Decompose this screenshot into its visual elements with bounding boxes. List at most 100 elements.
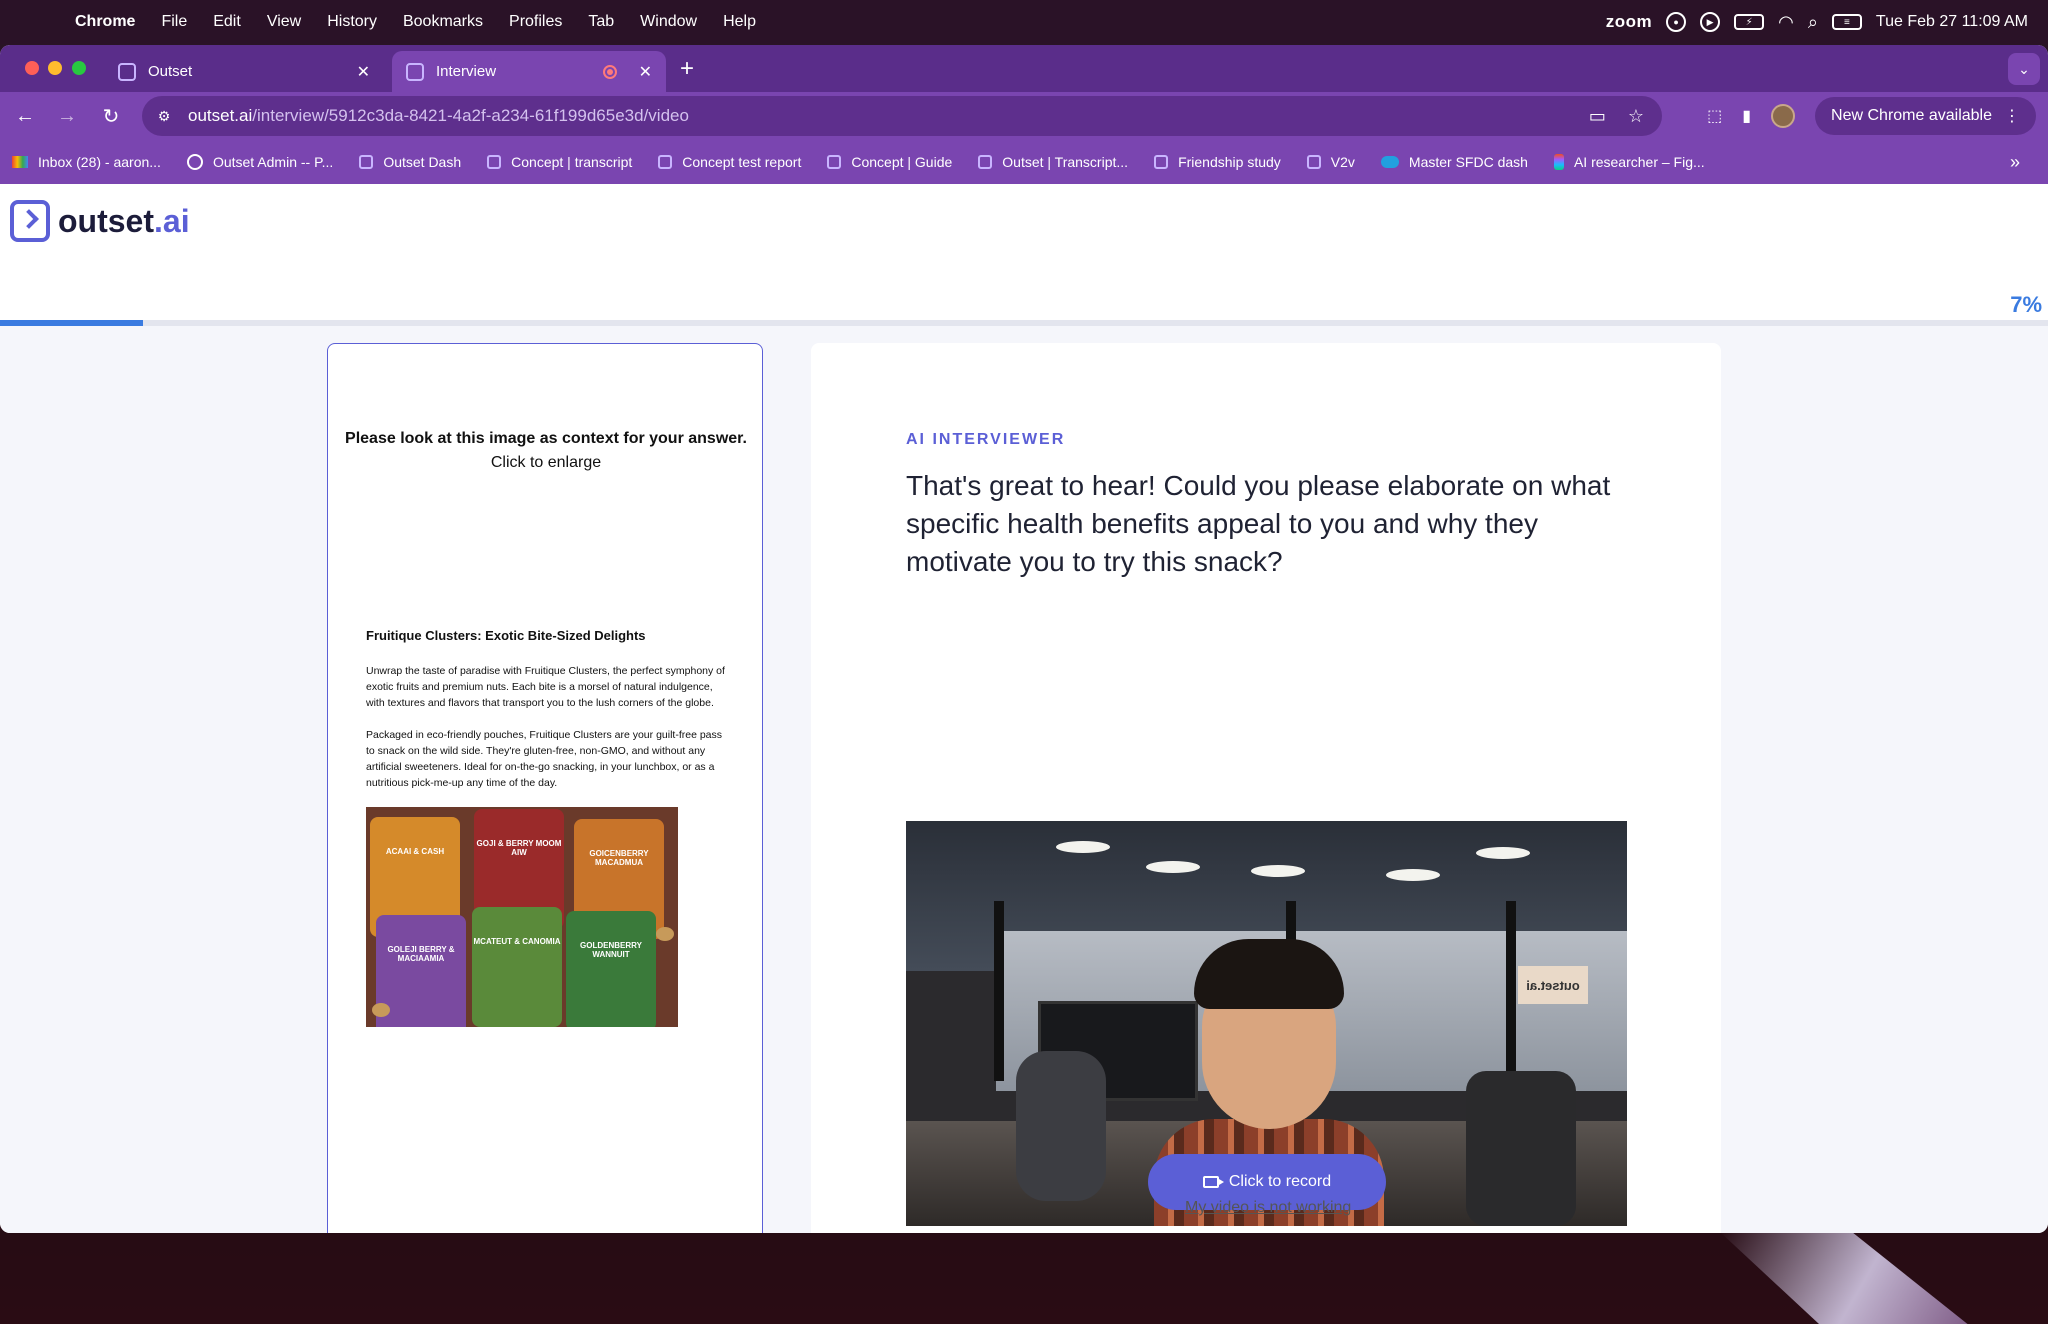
bookmark-item[interactable]: Outset Admin -- P... <box>186 154 333 170</box>
ceiling-light <box>1386 869 1440 881</box>
nut-decoration <box>656 927 674 941</box>
doc-paragraph: Packaged in eco-friendly pouches, Fruiti… <box>366 729 723 789</box>
extensions-puzzle-icon[interactable]: ⬚ <box>1707 106 1722 126</box>
screen-record-icon[interactable]: ● <box>1666 12 1687 32</box>
product-pouch: MCATEUT & CANOMIA <box>472 907 562 1027</box>
bookmark-item[interactable]: Concept | transcript <box>487 154 632 170</box>
browser-toolbar: ← → ↻ ⚙ outset.ai/interview/5912c3da-842… <box>0 92 2048 140</box>
menu-window[interactable]: Window <box>627 13 710 31</box>
tab-outset[interactable]: Outset ✕ <box>104 51 384 92</box>
tab-close-icon[interactable]: ✕ <box>357 62 370 82</box>
tab-title: Interview <box>436 63 497 80</box>
ceiling-light <box>1146 861 1200 873</box>
outset-icon <box>1306 155 1321 169</box>
wifi-icon[interactable]: ◠ <box>1778 12 1794 33</box>
outset-icon <box>978 155 993 169</box>
outset-logo[interactable]: outset.ai <box>10 200 190 242</box>
doc-heading: Fruitique Clusters: Exotic Bite-Sized De… <box>366 628 646 643</box>
interview-question: That's great to hear! Could you please e… <box>906 470 1611 577</box>
menu-history[interactable]: History <box>314 13 390 31</box>
figma-icon <box>1553 154 1564 170</box>
tab-close-icon[interactable]: ✕ <box>639 62 652 82</box>
toolbar-right: ⬚ ▮ New Chrome available ⋮ <box>1707 92 2048 140</box>
bookmark-item[interactable]: Outset Dash <box>359 154 461 170</box>
url-text[interactable]: outset.ai/interview/5912c3da-8421-4a2f-a… <box>188 106 689 126</box>
recording-indicator-icon <box>602 64 617 79</box>
battery-icon[interactable]: ⚡ <box>1734 14 1765 30</box>
outset-icon <box>827 155 842 169</box>
menu-profiles[interactable]: Profiles <box>496 13 575 31</box>
video-not-working-link[interactable]: My video is not working <box>1185 1199 1351 1217</box>
chrome-window: Outset ✕ Interview ✕ + ⌄ ← → ↻ ⚙ outset.… <box>0 45 2048 1233</box>
bookmark-label: Concept | transcript <box>511 154 633 170</box>
forward-arrow-icon[interactable]: → <box>52 101 82 131</box>
menubar-clock[interactable]: Tue Feb 27 11:09 AM <box>1876 13 2028 31</box>
ai-interviewer-label: AI INTERVIEWER <box>906 431 1066 448</box>
video-camera-icon <box>1202 1176 1224 1188</box>
side-panel-icon[interactable]: ▮ <box>1742 106 1751 126</box>
menu-bookmarks[interactable]: Bookmarks <box>390 13 496 31</box>
bookmark-item[interactable]: Master SFDC dash <box>1380 154 1528 170</box>
globe-icon <box>186 154 203 170</box>
menu-file[interactable]: File <box>148 13 200 31</box>
bookmark-star-icon[interactable]: ☆ <box>1628 106 1644 127</box>
menu-tab[interactable]: Tab <box>575 13 627 31</box>
ceiling-light <box>1251 865 1305 877</box>
chrome-update-button[interactable]: New Chrome available ⋮ <box>1815 97 2036 135</box>
concept-document[interactable]: Fruitique Clusters: Exotic Bite-Sized De… <box>366 628 726 1027</box>
tab-search-chevron-icon[interactable]: ⌄ <box>2008 53 2040 85</box>
bookmark-item[interactable]: Concept | Guide <box>827 154 952 170</box>
bookmark-label: Concept | Guide <box>851 154 953 170</box>
zoom-status-item[interactable]: zoom <box>1606 12 1652 32</box>
bookmark-item[interactable]: V2v <box>1306 154 1355 170</box>
more-menu-icon[interactable]: ⋮ <box>2004 106 2020 126</box>
update-label: New Chrome available <box>1831 107 1992 124</box>
more-bookmarks-chevron-icon[interactable]: » <box>2010 152 2020 173</box>
context-image-card[interactable]: Please look at this image as context for… <box>327 343 763 1233</box>
bookmark-item[interactable]: Friendship study <box>1154 154 1281 170</box>
progress-percent: 7% <box>2010 292 2042 317</box>
menu-edit[interactable]: Edit <box>200 13 254 31</box>
window-minimize-button[interactable] <box>48 61 62 75</box>
profile-avatar[interactable] <box>1771 104 1796 128</box>
progress-fill <box>0 320 144 326</box>
menu-view[interactable]: View <box>254 13 314 31</box>
macos-menu-bar: Chrome File Edit View History Bookmarks … <box>0 0 2048 44</box>
window-close-button[interactable] <box>25 61 39 75</box>
tab-interview[interactable]: Interview ✕ <box>392 51 666 92</box>
salesforce-icon <box>1380 156 1399 168</box>
participant-hair <box>1194 939 1344 1009</box>
window-frame <box>1506 901 1516 1081</box>
reload-icon[interactable]: ↻ <box>96 101 126 131</box>
bookmark-label: Concept test report <box>682 154 802 170</box>
enlarge-hint[interactable]: Click to enlarge <box>328 454 764 472</box>
logo-text: outset.ai <box>58 203 190 240</box>
url-host: outset.ai <box>188 106 253 125</box>
outset-favicon-icon <box>406 62 424 81</box>
camera-in-use-icon[interactable]: ▭ <box>1589 106 1606 127</box>
ceiling-light <box>1056 841 1110 853</box>
site-info-icon[interactable]: ⚙ <box>150 108 178 125</box>
bookmark-item[interactable]: Concept test report <box>658 154 801 170</box>
wallpaper-glow <box>1720 1232 1968 1324</box>
bookmarks-bar: Inbox (28) - aaron... Outset Admin -- P.… <box>0 140 2048 184</box>
bookmark-item[interactable]: Inbox (28) - aaron... <box>12 154 161 170</box>
back-arrow-icon[interactable]: ← <box>10 101 40 131</box>
new-tab-button[interactable]: + <box>680 55 694 83</box>
control-center-icon[interactable]: ≡ <box>1831 14 1862 30</box>
logo-suffix: .ai <box>154 202 190 239</box>
app-menu[interactable]: Chrome <box>62 13 148 31</box>
nut-decoration <box>372 1003 390 1017</box>
window-zoom-button[interactable] <box>72 61 86 75</box>
url-path: /interview/5912c3da-8421-4a2f-a234-61f19… <box>252 106 689 125</box>
bookmark-item[interactable]: Outset | Transcript... <box>978 154 1128 170</box>
bookmark-label: Friendship study <box>1178 154 1281 170</box>
outset-favicon-icon <box>118 62 136 81</box>
bookmark-item[interactable]: AI researcher – Fig... <box>1553 154 1705 170</box>
menu-help[interactable]: Help <box>710 13 769 31</box>
outset-icon <box>359 155 374 169</box>
address-bar[interactable]: ⚙ outset.ai/interview/5912c3da-8421-4a2f… <box>142 96 1662 136</box>
play-icon[interactable]: ▶ <box>1700 12 1721 32</box>
office-sign: outset.ai <box>1518 966 1588 1004</box>
search-icon[interactable]: ⌕ <box>1808 12 1818 33</box>
